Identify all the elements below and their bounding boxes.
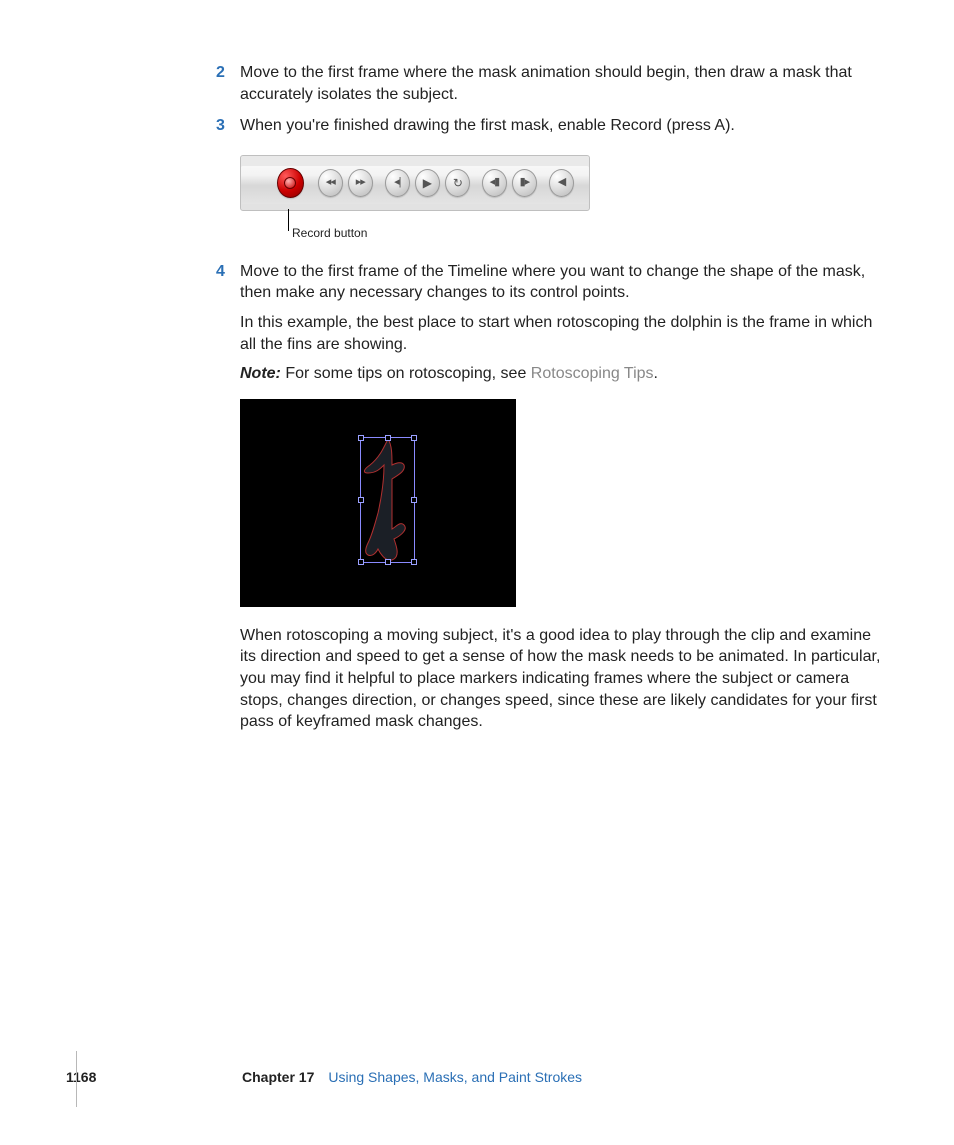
next-frame-button[interactable]: ▮▸ xyxy=(512,169,537,197)
transport-toolbar: ◂◂ ▸▸ ◂| ▶ ↻ ◂▮ ▮▸ ◀ xyxy=(240,155,590,211)
note-tail: . xyxy=(654,365,658,382)
canvas-preview xyxy=(240,399,516,607)
resize-handle[interactable] xyxy=(358,497,364,503)
transport-toolbar-figure: ◂◂ ▸▸ ◂| ▶ ↻ ◂▮ ▮▸ ◀ Record button xyxy=(240,155,884,211)
resize-handle[interactable] xyxy=(385,559,391,565)
page-footer: 1168 Chapter 17 Using Shapes, Masks, and… xyxy=(66,1068,886,1087)
note-label: Note: xyxy=(240,365,281,382)
resize-handle[interactable] xyxy=(358,435,364,441)
speaker-icon: ◀ xyxy=(558,177,565,188)
play-from-start-button[interactable]: ◂| xyxy=(385,169,410,197)
prev-frame-button[interactable]: ◂▮ xyxy=(482,169,507,197)
callout-label: Record button xyxy=(292,225,367,241)
callout-line xyxy=(288,209,289,231)
rotoscoping-tips-link[interactable]: Rotoscoping Tips xyxy=(531,365,654,382)
resize-handle[interactable] xyxy=(358,559,364,565)
resize-handle[interactable] xyxy=(411,497,417,503)
step-text: Move to the first frame where the mask a… xyxy=(240,62,884,105)
next-frame-icon: ▮▸ xyxy=(520,177,530,188)
go-to-start-icon: ◂◂ xyxy=(326,177,335,188)
go-to-end-button[interactable]: ▸▸ xyxy=(348,169,373,197)
chapter-label: Chapter 17 xyxy=(242,1068,314,1087)
mute-button[interactable]: ◀ xyxy=(549,169,574,197)
selection-bounding-box[interactable] xyxy=(360,437,415,563)
record-icon xyxy=(284,177,296,189)
step-text: Move to the first frame of the Timeline … xyxy=(240,261,884,304)
record-button[interactable] xyxy=(277,168,304,198)
loop-icon: ↻ xyxy=(453,177,462,189)
footer-rule xyxy=(76,1051,77,1107)
step-number: 2 xyxy=(216,62,240,105)
play-from-start-icon: ◂| xyxy=(394,177,400,188)
step-3: 3 When you're finished drawing the first… xyxy=(240,115,884,137)
resize-handle[interactable] xyxy=(411,435,417,441)
go-to-start-button[interactable]: ◂◂ xyxy=(318,169,343,197)
note-text: For some tips on rotoscoping, see xyxy=(281,365,531,382)
step-text: In this example, the best place to start… xyxy=(240,312,884,355)
play-icon: ▶ xyxy=(423,177,432,189)
body-paragraph: When rotoscoping a moving subject, it's … xyxy=(240,625,884,733)
note-line: Note: For some tips on rotoscoping, see … xyxy=(240,363,884,385)
page-number: 1168 xyxy=(66,1068,140,1087)
chapter-title: Using Shapes, Masks, and Paint Strokes xyxy=(328,1068,582,1087)
step-number: 3 xyxy=(216,115,240,137)
step-text: When you're finished drawing the first m… xyxy=(240,115,884,137)
loop-button[interactable]: ↻ xyxy=(445,169,470,197)
play-button[interactable]: ▶ xyxy=(415,169,440,197)
go-to-end-icon: ▸▸ xyxy=(356,177,365,188)
step-number: 4 xyxy=(216,261,240,741)
resize-handle[interactable] xyxy=(411,559,417,565)
step-2: 2 Move to the first frame where the mask… xyxy=(240,62,884,105)
prev-frame-icon: ◂▮ xyxy=(490,177,500,188)
step-4: 4 Move to the first frame of the Timelin… xyxy=(240,261,884,741)
resize-handle[interactable] xyxy=(385,435,391,441)
